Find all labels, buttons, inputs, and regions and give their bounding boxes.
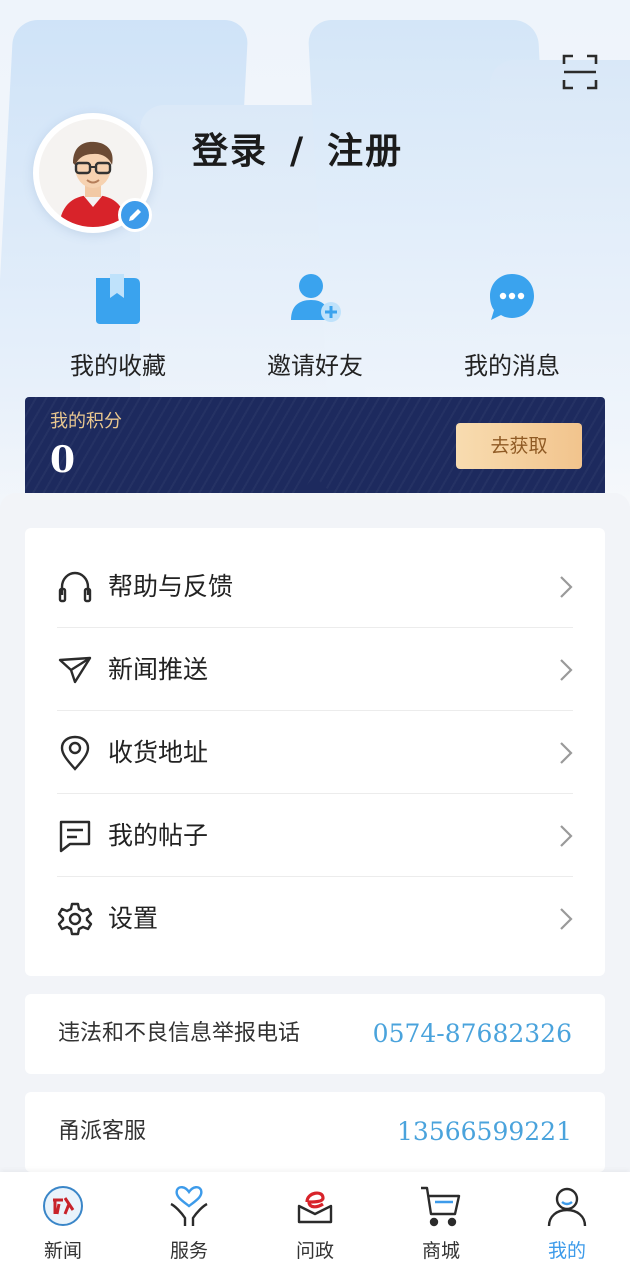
customer-service-number[interactable]: 13566599221: [397, 1092, 572, 1172]
invite-friends-label: 邀请好友: [267, 352, 363, 380]
menu-label: 帮助与反馈: [108, 572, 234, 601]
heart-hands-icon: [170, 1186, 208, 1226]
my-messages-button[interactable]: 我的消息: [432, 268, 592, 380]
tab-label: 问政: [295, 1240, 334, 1262]
add-user-icon: [291, 274, 341, 322]
tab-label: 我的: [547, 1240, 586, 1262]
menu-item-help-feedback[interactable]: 帮助与反馈: [57, 545, 573, 628]
edit-avatar-button[interactable]: [118, 198, 152, 232]
points-label: 我的积分: [50, 411, 122, 432]
separator: /: [290, 130, 306, 172]
customer-service-label: 甬派客服: [58, 1119, 147, 1144]
cart-icon: [421, 1186, 461, 1227]
favorites-label: 我的收藏: [70, 352, 166, 380]
chat-bubble-icon: [490, 274, 534, 320]
tab-mine[interactable]: 我的: [504, 1172, 630, 1280]
tab-label: 服务: [169, 1240, 208, 1262]
report-hotline-number[interactable]: 0574-87682326: [373, 994, 572, 1074]
settings-menu: 帮助与反馈 新闻推送 收货地址 我的帖子 设置: [25, 528, 605, 976]
e-gov-icon: [297, 1191, 333, 1224]
paper-plane-icon: [58, 656, 92, 684]
scan-icon[interactable]: [562, 54, 598, 90]
tab-government[interactable]: 问政: [252, 1172, 378, 1280]
menu-label: 新闻推送: [108, 655, 209, 684]
pencil-icon: [129, 209, 141, 221]
chevron-right-icon: [560, 908, 573, 930]
gear-icon: [57, 902, 93, 936]
menu-item-my-posts[interactable]: 我的帖子: [57, 794, 573, 877]
message-square-icon: [59, 820, 91, 853]
tab-label: 新闻: [43, 1240, 82, 1262]
tab-services[interactable]: 服务: [126, 1172, 252, 1280]
chevron-right-icon: [560, 742, 573, 764]
points-value: 0: [50, 439, 76, 481]
chevron-right-icon: [560, 825, 573, 847]
invite-friends-button[interactable]: 邀请好友: [235, 268, 395, 380]
chevron-right-icon: [560, 659, 573, 681]
tab-mall[interactable]: 商城: [378, 1172, 504, 1280]
menu-label: 我的帖子: [108, 821, 209, 850]
news-logo-icon: [43, 1186, 83, 1226]
favorites-button[interactable]: 我的收藏: [38, 268, 198, 380]
bottom-tab-bar: 新闻 服务 问政 商城 我的: [0, 1172, 630, 1280]
menu-label: 收货地址: [108, 738, 209, 767]
chevron-right-icon: [560, 576, 573, 598]
tab-news[interactable]: 新闻: [0, 1172, 126, 1280]
bookmark-icon: [96, 274, 140, 324]
tab-label: 商城: [421, 1240, 460, 1262]
login-label[interactable]: 登录: [192, 130, 268, 172]
report-hotline-label: 违法和不良信息举报电话: [58, 1021, 301, 1046]
headset-icon: [58, 571, 92, 603]
menu-label: 设置: [108, 904, 159, 933]
location-pin-icon: [60, 735, 90, 771]
avatar[interactable]: [33, 113, 153, 233]
register-label[interactable]: 注册: [327, 130, 403, 172]
profile-icon: [547, 1187, 587, 1227]
get-points-button[interactable]: 去获取: [456, 423, 582, 469]
menu-item-shipping-address[interactable]: 收货地址: [57, 711, 573, 794]
content-sheet-top: [0, 493, 630, 523]
report-hotline-row[interactable]: 违法和不良信息举报电话 0574-87682326: [25, 994, 605, 1074]
customer-service-row[interactable]: 甬派客服 13566599221: [25, 1092, 605, 1172]
menu-item-settings[interactable]: 设置: [57, 877, 573, 960]
my-messages-label: 我的消息: [464, 352, 560, 380]
login-register-link[interactable]: 登录 / 注册: [192, 122, 403, 172]
menu-item-news-push[interactable]: 新闻推送: [57, 628, 573, 711]
